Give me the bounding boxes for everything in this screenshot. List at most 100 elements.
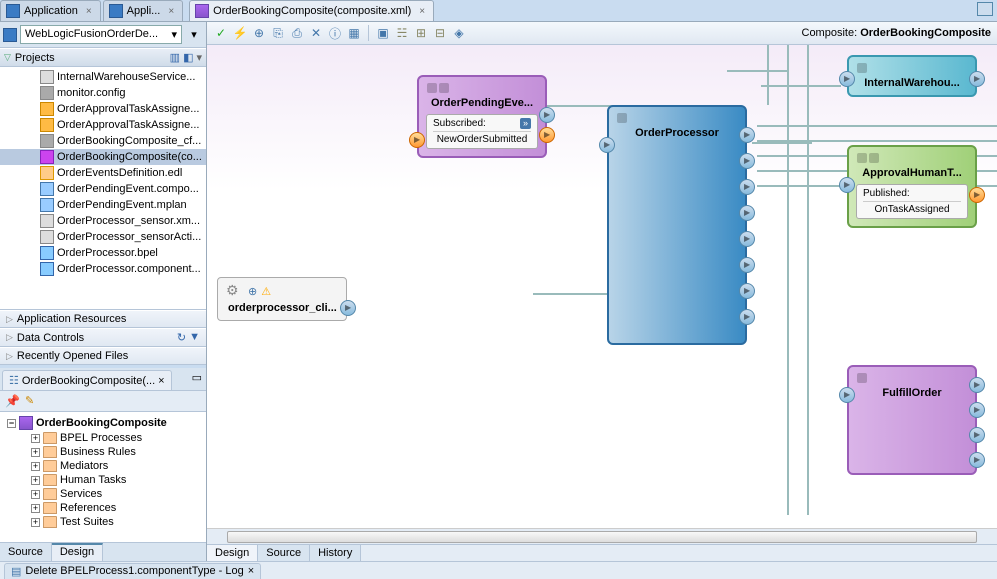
output-port[interactable]: [739, 153, 755, 169]
expand-icon[interactable]: +: [31, 476, 40, 485]
tool-icon[interactable]: ⊞: [413, 25, 429, 41]
tree-item-selected[interactable]: OrderBookingComposite(co...: [0, 149, 206, 165]
expand-icon[interactable]: »: [520, 118, 531, 129]
expand-icon[interactable]: +: [31, 518, 40, 527]
accordion-app-resources[interactable]: ▷ Application Resources: [0, 310, 206, 328]
log-tab[interactable]: ▤ Delete BPELProcess1.componentType - Lo…: [4, 563, 261, 579]
event-port[interactable]: [539, 127, 555, 143]
tab-design[interactable]: Design: [52, 543, 103, 561]
tab-design[interactable]: Design: [207, 545, 258, 561]
tree-item[interactable]: InternalWarehouseService...: [0, 69, 206, 85]
expand-icon[interactable]: +: [31, 434, 40, 443]
published-box[interactable]: Published: OnTaskAssigned: [856, 184, 968, 219]
design-canvas[interactable]: ⚙ ⊕ ⚠ orderprocessor_cli... OrderPending…: [207, 45, 997, 528]
component-approval-human-task[interactable]: ApprovalHumanT... Published: OnTaskAssig…: [847, 145, 977, 228]
horizontal-scrollbar[interactable]: [207, 528, 997, 544]
close-icon[interactable]: ×: [86, 6, 92, 17]
service-client[interactable]: ⚙ ⊕ ⚠ orderprocessor_cli...: [217, 277, 347, 321]
subscription-box[interactable]: Subscribed: » NewOrderSubmitted: [426, 114, 538, 149]
tree-item[interactable]: OrderEventsDefinition.edl: [0, 165, 206, 181]
structure-node[interactable]: +Human Tasks: [3, 473, 203, 487]
restore-window-icon[interactable]: [977, 2, 993, 16]
menu-icon[interactable]: ▾: [196, 51, 202, 64]
application-dropdown[interactable]: WebLogicFusionOrderDe... ▾: [20, 25, 182, 44]
output-port[interactable]: [739, 309, 755, 325]
structure-root[interactable]: − OrderBookingComposite: [3, 415, 203, 431]
minimize-icon[interactable]: ▭: [188, 368, 206, 390]
collapse-icon[interactable]: [427, 83, 437, 93]
tree-item[interactable]: OrderPendingEvent.compo...: [0, 181, 206, 197]
accordion-recent-files[interactable]: ▷ Recently Opened Files: [0, 347, 206, 365]
structure-node[interactable]: +Business Rules: [3, 445, 203, 459]
tab-composite[interactable]: OrderBookingComposite(composite.xml) ×: [189, 0, 434, 21]
expand-icon[interactable]: +: [31, 490, 40, 499]
tree-item[interactable]: OrderProcessor_sensor.xm...: [0, 213, 206, 229]
close-icon[interactable]: ×: [158, 375, 164, 387]
structure-tree[interactable]: − OrderBookingComposite +BPEL Processes …: [0, 412, 206, 542]
tree-item[interactable]: OrderPendingEvent.mplan: [0, 197, 206, 213]
output-port[interactable]: [969, 71, 985, 87]
accordion-data-controls[interactable]: ▷ Data Controls ↻ ▼: [0, 328, 206, 347]
output-port[interactable]: [969, 377, 985, 393]
component-fulfill-order[interactable]: FulfillOrder: [847, 365, 977, 475]
close-icon[interactable]: ×: [248, 565, 254, 577]
structure-tab[interactable]: ☷ OrderBookingComposite(... ×: [2, 370, 172, 390]
sort-icon[interactable]: ▥: [170, 51, 180, 64]
validate-icon[interactable]: ✓: [213, 25, 229, 41]
info-icon[interactable]: ⓘ: [327, 25, 343, 41]
output-port[interactable]: [739, 179, 755, 195]
tree-item[interactable]: OrderBookingComposite_cf...: [0, 133, 206, 149]
tab-history[interactable]: History: [310, 545, 361, 561]
structure-new-icon[interactable]: ✎: [25, 394, 34, 408]
tree-item[interactable]: OrderProcessor.bpel: [0, 245, 206, 261]
structure-node[interactable]: +BPEL Processes: [3, 431, 203, 445]
refresh-button[interactable]: ▾: [185, 26, 203, 44]
event-port[interactable]: [409, 132, 425, 148]
tool-icon[interactable]: ▣: [375, 25, 391, 41]
output-port[interactable]: [340, 300, 356, 316]
output-port[interactable]: [969, 427, 985, 443]
tree-item[interactable]: OrderProcessor.component...: [0, 261, 206, 277]
tab-appli[interactable]: Appli... ×: [103, 0, 183, 21]
project-tree[interactable]: InternalWarehouseService... monitor.conf…: [0, 67, 206, 310]
structure-node[interactable]: +References: [3, 501, 203, 515]
expand-icon[interactable]: +: [31, 448, 40, 457]
tool-icon[interactable]: ◈: [451, 25, 467, 41]
output-port[interactable]: [739, 257, 755, 273]
wire-icon[interactable]: ⊕: [251, 25, 267, 41]
filter-icon[interactable]: ▼: [189, 331, 200, 344]
event-icon[interactable]: ⚡: [232, 25, 248, 41]
output-port[interactable]: [539, 107, 555, 123]
output-port[interactable]: [739, 283, 755, 299]
tool-icon[interactable]: ⊟: [432, 25, 448, 41]
collapse-icon[interactable]: [857, 153, 867, 163]
input-port[interactable]: [839, 71, 855, 87]
collapse-icon[interactable]: −: [7, 419, 16, 428]
close-icon[interactable]: ×: [419, 6, 425, 17]
tool-icon[interactable]: ☵: [394, 25, 410, 41]
delete-icon[interactable]: ✕: [308, 25, 324, 41]
structure-node[interactable]: +Test Suites: [3, 515, 203, 529]
input-port[interactable]: [839, 177, 855, 193]
output-port[interactable]: [739, 205, 755, 221]
refresh-icon[interactable]: ↻: [177, 331, 186, 344]
component-internal-warehouse[interactable]: InternalWarehou...: [847, 55, 977, 97]
scroll-thumb[interactable]: [227, 531, 977, 543]
filter-icon[interactable]: ◧: [183, 51, 193, 64]
tree-item[interactable]: OrderApprovalTaskAssigne...: [0, 117, 206, 133]
output-port[interactable]: [739, 231, 755, 247]
input-port[interactable]: [599, 137, 615, 153]
tree-item[interactable]: monitor.config: [0, 85, 206, 101]
tree-item[interactable]: OrderProcessor_sensorActi...: [0, 229, 206, 245]
tab-source[interactable]: Source: [0, 543, 52, 561]
input-port[interactable]: [839, 387, 855, 403]
structure-node[interactable]: +Services: [3, 487, 203, 501]
projects-header[interactable]: ▽ Projects ▥ ◧ ▾: [0, 48, 206, 67]
tree-item[interactable]: OrderApprovalTaskAssigne...: [0, 101, 206, 117]
event-port[interactable]: [969, 187, 985, 203]
component-order-pending[interactable]: OrderPendingEve... Subscribed: » NewOrde…: [417, 75, 547, 158]
tab-source[interactable]: Source: [258, 545, 310, 561]
expand-icon[interactable]: +: [31, 462, 40, 471]
close-icon[interactable]: ×: [168, 6, 174, 17]
structure-node[interactable]: +Mediators: [3, 459, 203, 473]
